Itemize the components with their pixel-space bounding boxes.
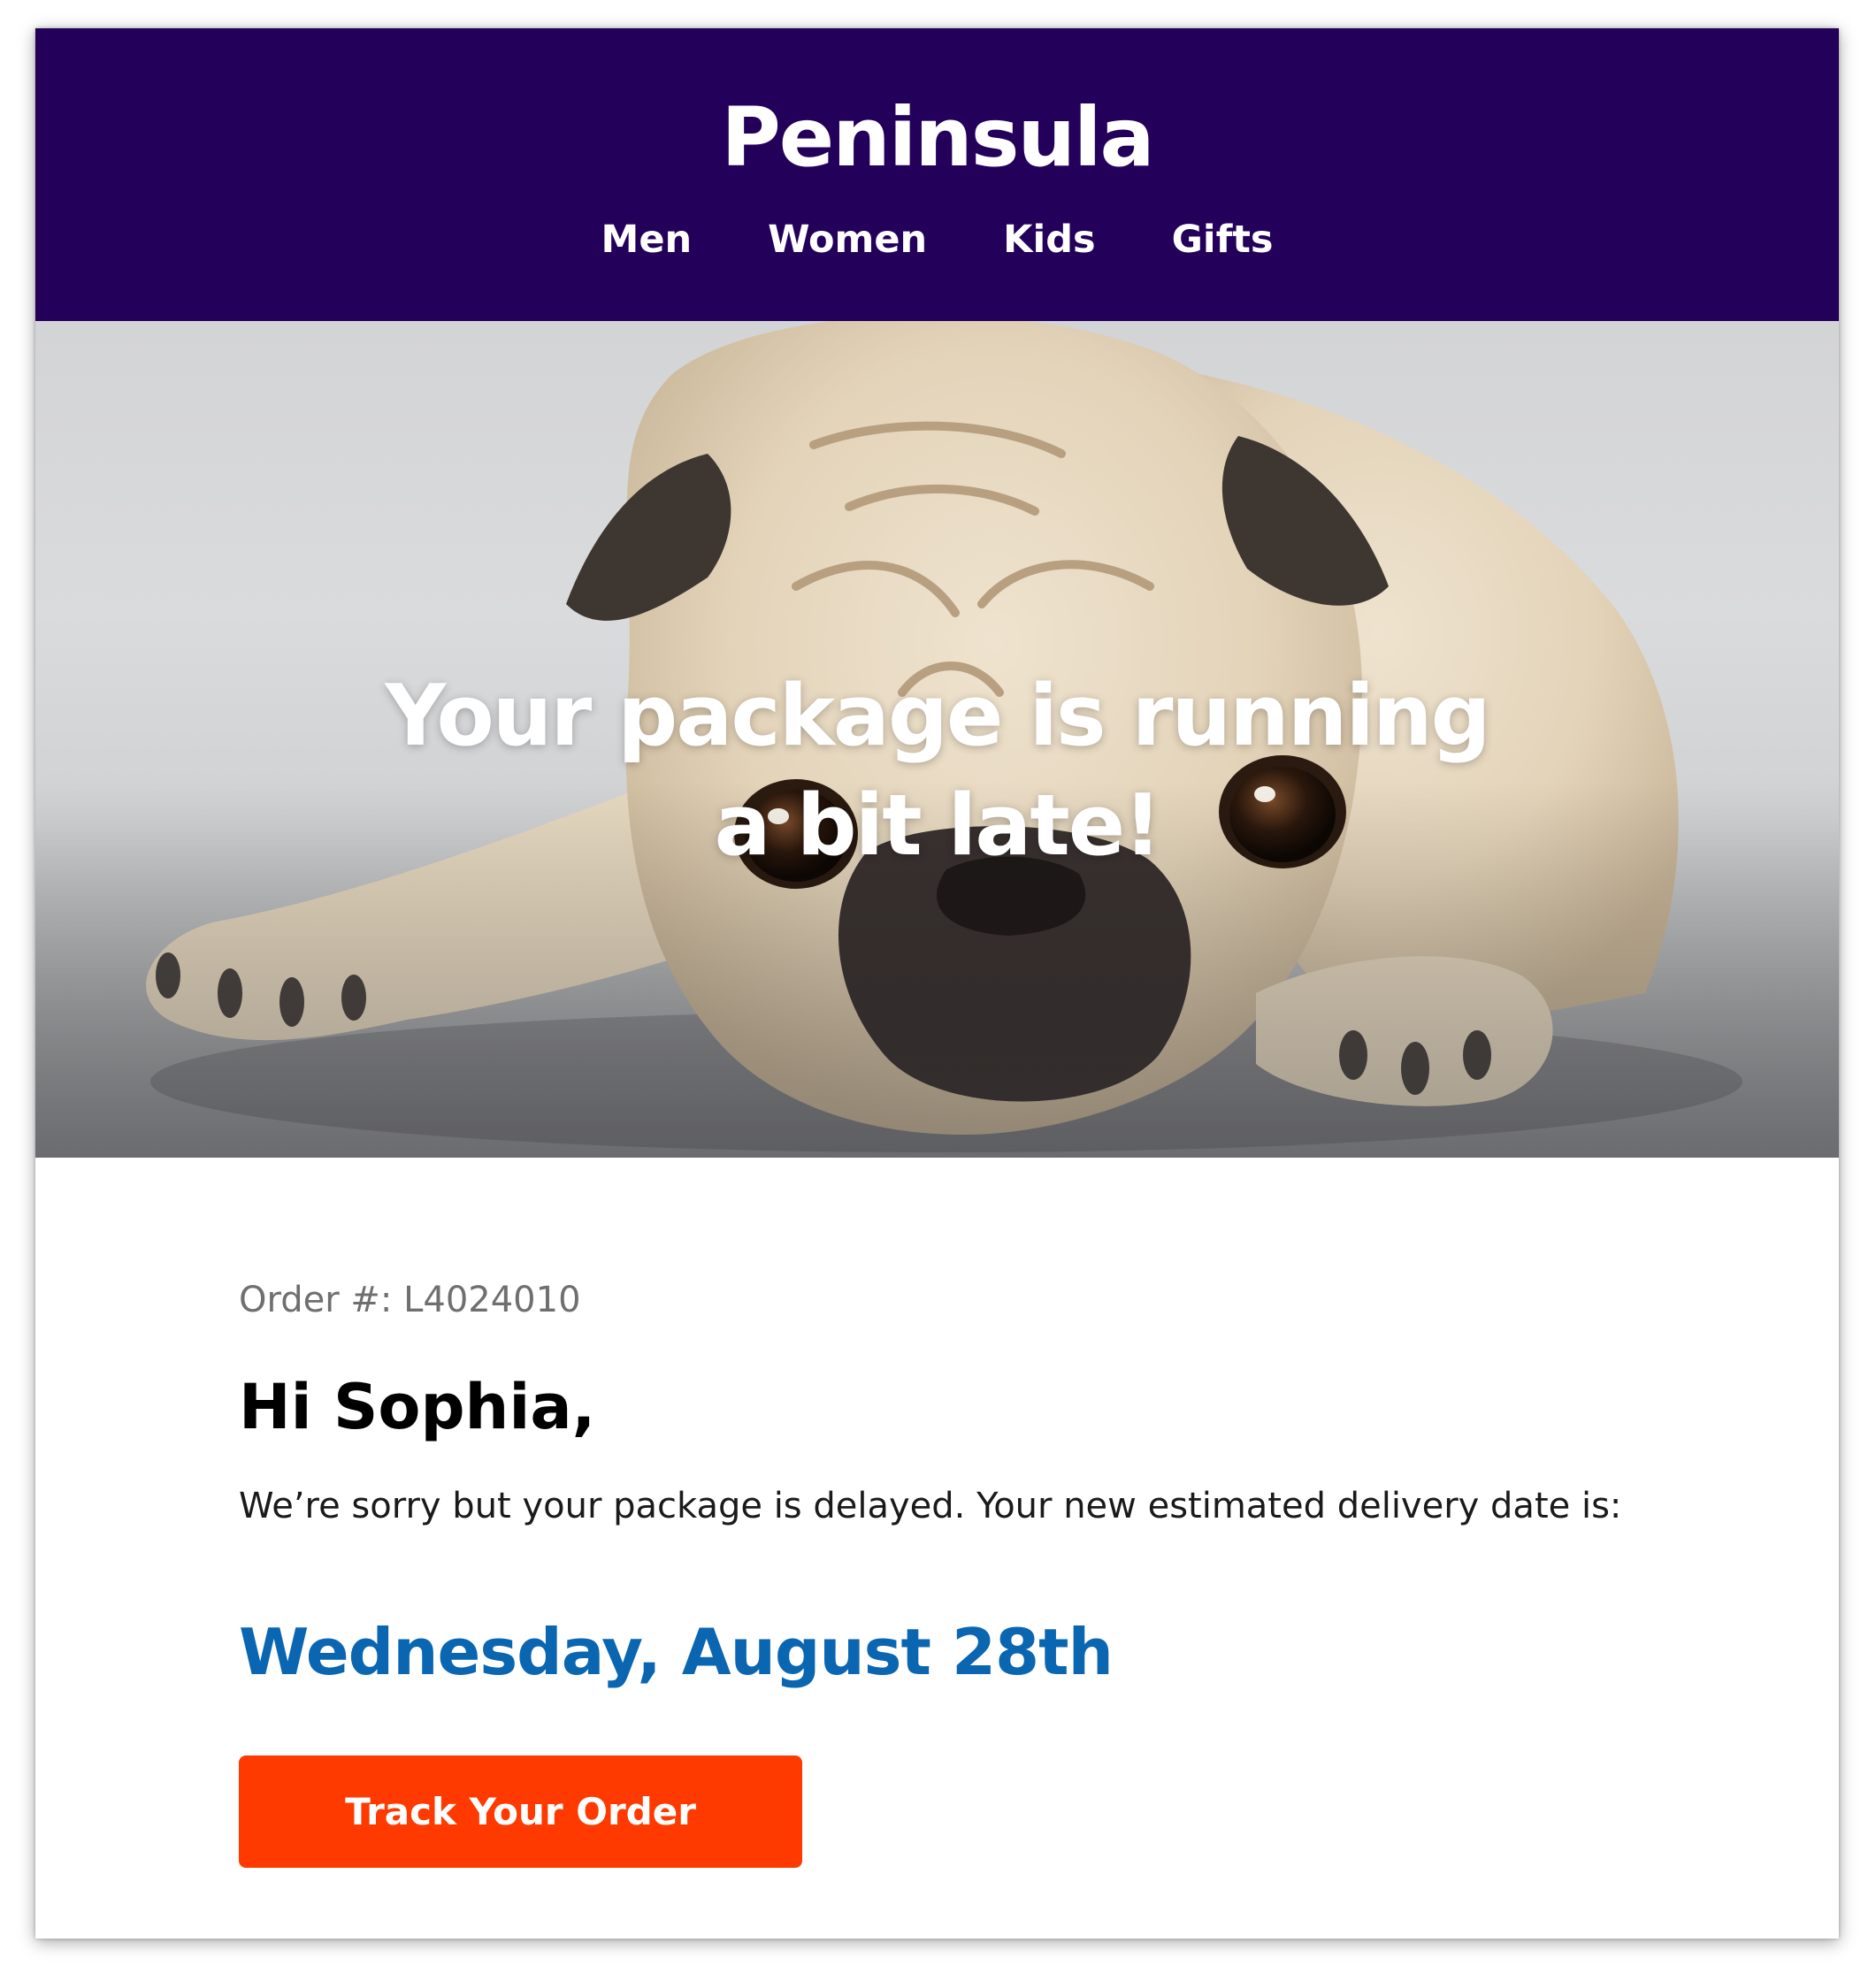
track-order-button[interactable]: Track Your Order [239, 1755, 802, 1868]
delay-message: We’re sorry but your package is delayed.… [239, 1486, 1622, 1526]
order-number: Order #: L4024010 [239, 1280, 581, 1320]
hero-headline-line1: Your package is running [385, 668, 1490, 765]
hero-banner: Your package is running a bit late! [35, 321, 1839, 1158]
nav-item-gifts[interactable]: Gifts [1168, 221, 1277, 259]
hero-headline-line2: a bit late! [714, 777, 1161, 875]
nav-item-women[interactable]: Women [764, 221, 930, 259]
nav-item-men[interactable]: Men [598, 221, 696, 259]
email-header: Peninsula Men Women Kids Gifts [35, 28, 1839, 321]
estimated-delivery-date: Wednesday, August 28th [239, 1615, 1114, 1689]
brand-logo[interactable]: Peninsula [35, 97, 1839, 179]
main-nav: Men Women Kids Gifts [35, 221, 1839, 259]
email-card: Peninsula Men Women Kids Gifts Your pack… [35, 28, 1839, 1939]
nav-item-kids[interactable]: Kids [999, 221, 1099, 259]
hero-headline: Your package is running a bit late! [35, 662, 1839, 881]
greeting-heading: Hi Sophia, [239, 1371, 596, 1443]
